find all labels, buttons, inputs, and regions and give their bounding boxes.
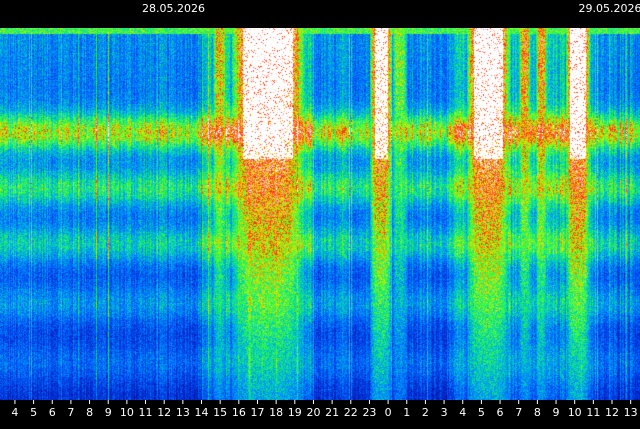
x-tick-label: 9 [105, 406, 112, 419]
x-tick-label: 4 [11, 406, 18, 419]
x-tick-label: 10 [120, 406, 134, 419]
x-tick-label: 11 [586, 406, 600, 419]
x-tick-label: 10 [568, 406, 582, 419]
spectrogram-plot-area [0, 28, 640, 400]
x-tick-label: 22 [344, 406, 358, 419]
x-tick-label: 9 [553, 406, 560, 419]
x-tick-label: 8 [534, 406, 541, 419]
x-tick-label: 6 [49, 406, 56, 419]
x-tick-label: 2 [422, 406, 429, 419]
x-tick-label: 14 [195, 406, 209, 419]
x-tick-label: 8 [86, 406, 93, 419]
spectrogram-canvas [0, 28, 640, 400]
date-label-start: 28.05.2026 [142, 2, 205, 15]
x-tick-label: 18 [269, 406, 283, 419]
x-tick-label: 11 [139, 406, 153, 419]
x-tick-label: 16 [232, 406, 246, 419]
x-tick-label: 7 [67, 406, 74, 419]
x-tick-label: 12 [157, 406, 171, 419]
x-tick-label: 12 [605, 406, 619, 419]
x-tick-label: 15 [213, 406, 227, 419]
x-tick-label: 5 [478, 406, 485, 419]
x-tick-label: 13 [176, 406, 190, 419]
x-tick-label: 17 [250, 406, 264, 419]
x-tick-label: 7 [515, 406, 522, 419]
date-label-end: 29.05.2026 [579, 2, 640, 15]
spectrogram-chart: 28.05.2026 29.05.2026 4 5 6 7 8 9 10 11 12 13 14 15… [0, 0, 640, 429]
x-tick-label: 4 [459, 406, 466, 419]
x-tick-label: 3 [441, 406, 448, 419]
x-tick-label: 19 [288, 406, 302, 419]
x-tick-label: 0 [385, 406, 392, 419]
x-tick-label: 5 [30, 406, 37, 419]
x-tick-label: 1 [403, 406, 410, 419]
x-tick-label: 13 [624, 406, 638, 419]
x-tick-label: 6 [497, 406, 504, 419]
x-tick-label: 23 [362, 406, 376, 419]
x-tick-label: 21 [325, 406, 339, 419]
x-tick-label: 20 [306, 406, 320, 419]
